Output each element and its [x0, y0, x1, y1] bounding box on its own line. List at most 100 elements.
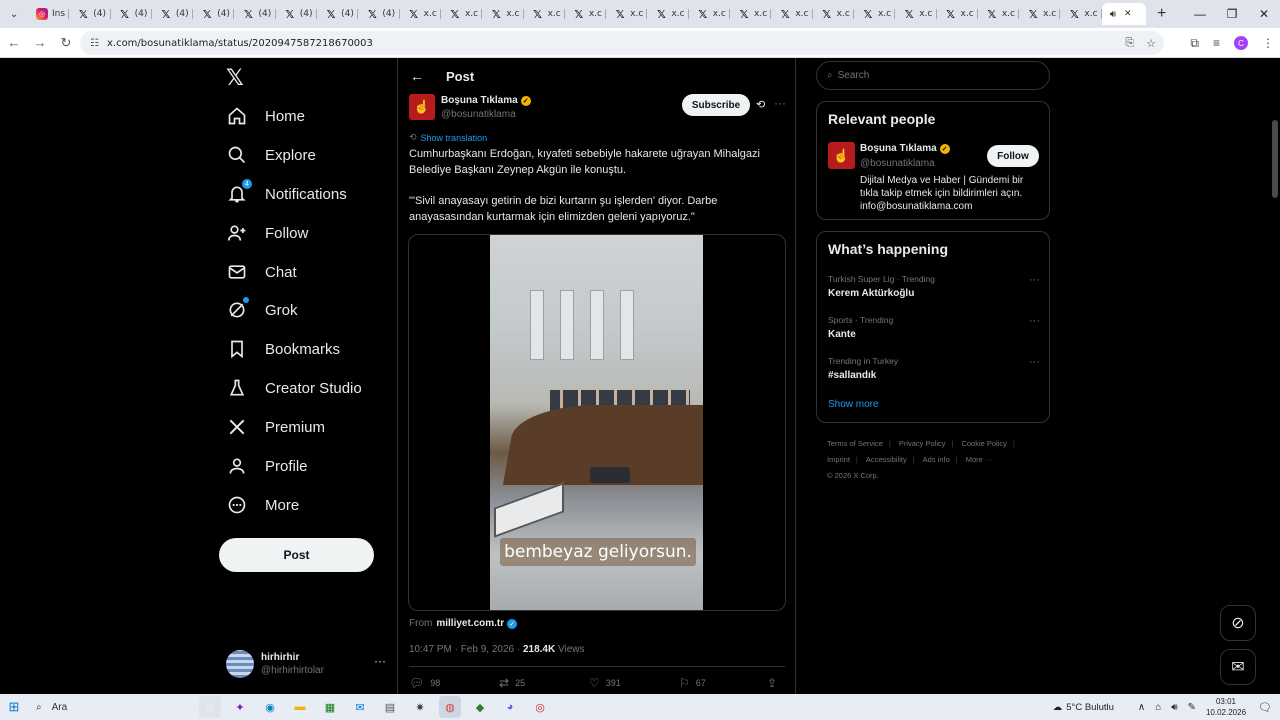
show-more-link[interactable]: Show more [828, 399, 879, 410]
address-bar[interactable]: ☷ x.com/bosunatiklama/status/20209475872… [80, 31, 1164, 55]
close-tab-icon[interactable]: ✕ [1124, 9, 1132, 19]
nav-item-more[interactable]: More [226, 489, 299, 521]
forward-icon[interactable]: → [28, 31, 52, 55]
more-dots-icon[interactable]: ··· [374, 654, 386, 668]
new-tab-button[interactable]: + [1150, 5, 1174, 23]
author-handle[interactable]: @bosunatiklama [441, 109, 516, 120]
footer-link[interactable]: Terms of Service [827, 439, 883, 448]
app-icon[interactable]: ✷ [409, 696, 431, 718]
site-info-icon[interactable]: ☷ [90, 38, 99, 49]
browser-menu-icon[interactable]: ⋮ [1262, 36, 1274, 50]
reload-icon[interactable]: ↻ [54, 31, 78, 55]
browser-tab[interactable]: 𝕏x.c [606, 3, 648, 25]
photos-icon[interactable]: ▤ [379, 696, 401, 718]
more-dots-icon[interactable]: ··· [1029, 274, 1040, 286]
author-avatar[interactable]: ☝ [409, 94, 435, 120]
copilot-icon[interactable]: ✦ [229, 696, 251, 718]
nav-item-creator-studio[interactable]: Creator Studio [226, 372, 362, 404]
nav-item-grok[interactable]: Grok [226, 294, 298, 326]
restore-icon[interactable]: ❐ [1216, 0, 1248, 28]
browser-tab[interactable]: 𝕏x.c [441, 3, 483, 25]
browser-tab[interactable]: 𝕏x.c [813, 3, 855, 25]
store-icon[interactable]: ▦ [319, 696, 341, 718]
browser-tab[interactable]: 𝕏 (4) [234, 3, 277, 25]
browser-tab[interactable]: 𝕏x.c [689, 3, 731, 25]
account-switcher[interactable]: hirhirhir @hirhirhirtolar ··· [226, 646, 386, 682]
browser-tab[interactable]: 𝕏x.c [895, 3, 937, 25]
media-control-icon[interactable]: ≡ [1213, 36, 1220, 50]
notification-icon[interactable]: 🗨︎ [1258, 701, 1272, 714]
profile-avatar[interactable]: C [1234, 36, 1248, 50]
follow-button[interactable]: Follow [987, 145, 1039, 167]
nav-item-explore[interactable]: Explore [226, 139, 316, 171]
edge-icon[interactable]: ◉ [259, 696, 281, 718]
windows-start-icon[interactable]: ⊞ [0, 699, 28, 715]
trend-item[interactable]: Trending in Turkey #sallandık ··· [828, 356, 1040, 381]
author-name-row[interactable]: Boşuna Tıklama ✓ [441, 95, 531, 106]
repost-button[interactable]: ⇄ 25 [499, 676, 589, 690]
footer-link[interactable]: Imprint [827, 455, 850, 464]
minimize-icon[interactable]: — [1184, 0, 1216, 28]
footer-link[interactable]: Accessibility [866, 455, 907, 464]
pen-icon[interactable]: ✎ [1188, 702, 1196, 713]
back-icon[interactable]: ← [2, 31, 26, 55]
browser-tab[interactable]: 𝕏x.c [647, 3, 690, 25]
bookmark-star-icon[interactable]: ☆ [1146, 37, 1156, 50]
person-handle[interactable]: @bosunatiklama [860, 158, 935, 169]
browser-tab[interactable]: 𝕏x.c [1060, 3, 1103, 25]
search-input[interactable]: ⌕ Search [816, 61, 1050, 90]
browser-tab[interactable]: 𝕏x.c [854, 3, 896, 25]
browser-tab[interactable]: 𝕏 (4) [276, 3, 318, 25]
x-logo-icon[interactable]: 𝕏 [226, 66, 244, 91]
active-tab[interactable]: 🔊︎ ✕ [1101, 3, 1146, 25]
more-dots-icon[interactable]: ··· [1029, 356, 1040, 368]
person-avatar[interactable]: ☝ [828, 142, 855, 169]
grok-fab-icon[interactable]: ⊘ [1220, 605, 1256, 641]
discord-icon[interactable]: ◕ [499, 696, 521, 718]
more-dots-icon[interactable]: ··· [774, 96, 786, 110]
video-player[interactable]: bembeyaz geliyorsun. [408, 234, 786, 611]
task-view-icon[interactable]: ▣ [199, 696, 221, 718]
show-translation-link[interactable]: ⟲ Show translation [409, 132, 487, 143]
trend-item[interactable]: Turkish Super Lig · Trending Kerem Aktürk… [828, 274, 1040, 299]
app-icon[interactable]: ◎ [529, 696, 551, 718]
person-name-row[interactable]: Boşuna Tıklama ✓ [860, 143, 950, 154]
post-button[interactable]: Post [219, 538, 374, 572]
file-explorer-icon[interactable]: ▬ [289, 696, 311, 718]
browser-tab[interactable]: 𝕏x.c [730, 3, 772, 25]
chevron-up-icon[interactable]: ∧ [1138, 702, 1145, 713]
footer-link[interactable]: Ads info [923, 455, 950, 464]
post-timestamp[interactable]: 10:47 PM · Feb 9, 2026 · [409, 644, 523, 655]
outlook-icon[interactable]: ✉ [349, 696, 371, 718]
browser-tab[interactable]: 𝕏x.c [937, 3, 979, 25]
browser-tab[interactable]: 𝕏x.c [1019, 3, 1061, 25]
browser-tab[interactable]: 𝕏 (4) [152, 3, 194, 25]
weather-widget[interactable]: ☁ 5°C Bulutlu [1053, 702, 1114, 713]
taskbar-search[interactable]: ⌕ Ara [28, 694, 163, 720]
clock[interactable]: 03:01 10.02.2026 [1206, 696, 1246, 718]
source-link[interactable]: milliyet.com.tr [436, 618, 504, 629]
nav-item-follow[interactable]: Follow [226, 217, 308, 249]
back-arrow-icon[interactable]: ← [410, 68, 424, 84]
browser-tab[interactable]: ◎ Ins [28, 3, 70, 25]
browser-tab[interactable]: 𝕏x.c [524, 3, 566, 25]
close-window-icon[interactable]: ✕ [1248, 0, 1280, 28]
nav-item-premium[interactable]: Premium [226, 411, 325, 443]
nav-item-chat[interactable]: Chat [226, 256, 297, 288]
messages-fab-icon[interactable]: ✉ [1220, 649, 1256, 685]
scrollbar[interactable] [1272, 120, 1278, 198]
subscribe-button[interactable]: Subscribe [682, 94, 750, 116]
footer-link[interactable]: More ··· [966, 455, 993, 464]
app-icon[interactable]: ◆ [469, 696, 491, 718]
reply-button[interactable]: 💬︎ 98 [409, 676, 499, 690]
share-button[interactable]: ⇪ [767, 676, 777, 690]
grok-icon[interactable]: ⟲ [756, 98, 765, 111]
trend-item[interactable]: Sports · Trending Kante ··· [828, 315, 1040, 340]
nav-item-profile[interactable]: Profile [226, 450, 308, 482]
browser-tab[interactable]: 𝕏 (4) [111, 3, 153, 25]
extensions-icon[interactable]: ⧉ [1190, 36, 1199, 51]
nav-item-bookmarks[interactable]: Bookmarks [226, 333, 340, 365]
chrome-icon[interactable]: ◍ [439, 696, 461, 718]
browser-tab[interactable]: 𝕏 (4) [193, 3, 235, 25]
browser-tab[interactable]: 𝕏x.c [771, 3, 813, 25]
